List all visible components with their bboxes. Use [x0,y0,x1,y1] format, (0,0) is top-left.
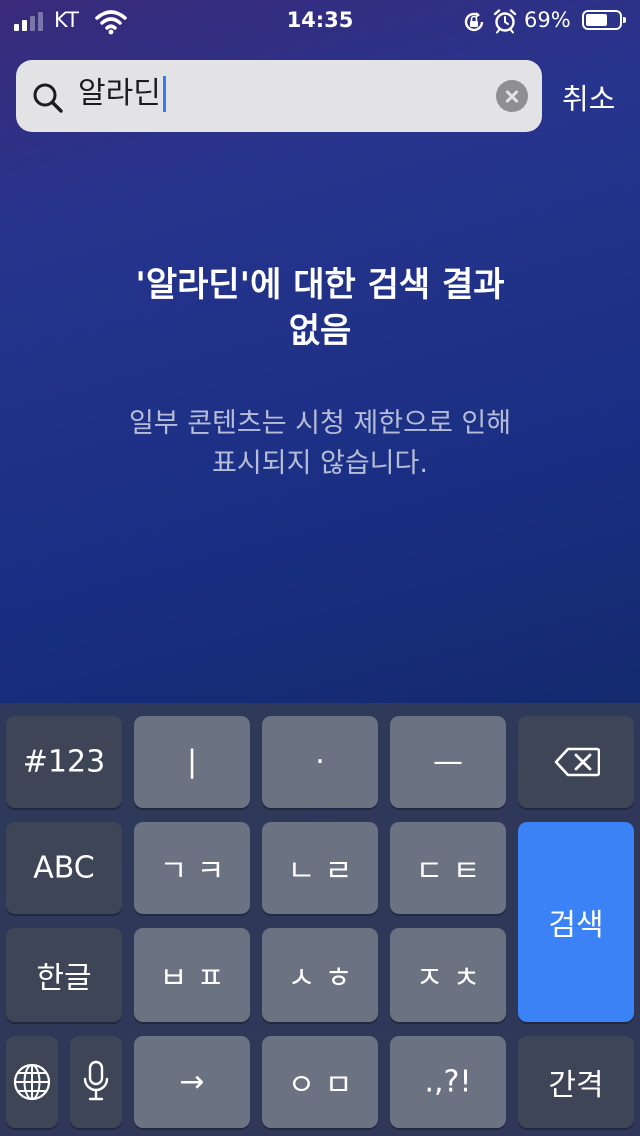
key-arrow[interactable]: → [134,1036,250,1128]
microphone-icon [83,1060,109,1101]
key-label: ㄴ ㄹ [287,854,353,889]
key-label: ㅅ ㅎ [287,961,353,996]
key-label: ㄱ ㅋ [159,854,225,889]
search-icon [33,83,63,113]
key-punctuation[interactable]: .,?! [390,1036,506,1128]
key-label: → [179,1064,205,1100]
key-label: | [186,744,198,780]
globe-key[interactable] [6,1036,58,1128]
backspace-icon [554,747,600,777]
search-input[interactable]: 알라딘 [78,76,166,112]
orientation-lock-icon [464,12,484,32]
key-bieup-pieup[interactable]: ㅂ ㅍ [134,928,250,1022]
key-label: 한글 [36,961,92,996]
no-results-subtitle-line2: 표시되지 않습니다. [212,448,428,479]
key-jieut-chieut[interactable]: ㅈ ㅊ [390,928,506,1022]
microphone-key[interactable] [70,1036,122,1128]
key-hangul[interactable]: 한글 [6,928,122,1022]
key-siot-hieut[interactable]: ㅅ ㅎ [262,928,378,1022]
key-label: ㅇ ㅁ [287,1068,353,1103]
key-label: 간격 [548,1068,604,1103]
text-cursor [162,76,166,112]
key-digeut-tieut[interactable]: ㄷ ㅌ [390,822,506,914]
search-field[interactable]: 알라딘 [16,60,542,132]
key-stroke[interactable]: | [134,716,250,808]
key-label: ㄷ ㅌ [415,854,481,889]
key-giyeok-kieuk[interactable]: ㄱ ㅋ [134,822,250,914]
key-label: #123 [22,744,106,780]
key-abc[interactable]: ABC [6,822,122,914]
globe-icon [13,1063,51,1101]
key-ieung-mieum[interactable]: ㅇ ㅁ [262,1036,378,1128]
space-key[interactable]: 간격 [518,1036,634,1128]
key-label: .,?! [424,1064,472,1100]
clear-icon[interactable] [496,80,528,112]
key-label: ABC [33,850,95,886]
cancel-button[interactable]: 취소 [562,76,615,118]
key-dash[interactable]: — [390,716,506,808]
no-results-title-line1: '알라딘'에 대한 검색 결과 [135,265,505,305]
key-dot[interactable]: · [262,716,378,808]
key-label: ㅂ ㅍ [159,961,225,996]
search-key[interactable]: 검색 [518,822,634,1022]
korean-keyboard: #123 | · — ABC ㄱ ㅋ ㄴ ㄹ ㄷ ㅌ 검색 한글 ㅂ ㅍ ㅅ ㅎ… [0,703,640,1136]
backspace-key[interactable] [518,716,634,808]
battery-icon [582,10,626,30]
no-results-subtitle: 일부 콘텐츠는 시청 제한으로 인해 표시되지 않습니다. [60,404,580,484]
key-label: · [315,744,325,780]
key-label: 검색 [548,908,604,943]
battery-percentage: 69% [524,8,571,32]
status-bar: KT 14:35 69% [0,0,640,44]
no-results-title-line2: 없음 [288,311,352,351]
search-query-text: 알라딘 [78,76,161,111]
key-numbers[interactable]: #123 [6,716,122,808]
no-results-subtitle-line1: 일부 콘텐츠는 시청 제한으로 인해 [128,408,512,439]
alarm-icon [493,9,517,34]
key-label: ㅈ ㅊ [415,961,481,996]
key-nieun-rieul[interactable]: ㄴ ㄹ [262,822,378,914]
key-label: — [433,744,463,780]
no-results-title: '알라딘'에 대한 검색 결과 없음 [40,262,600,354]
